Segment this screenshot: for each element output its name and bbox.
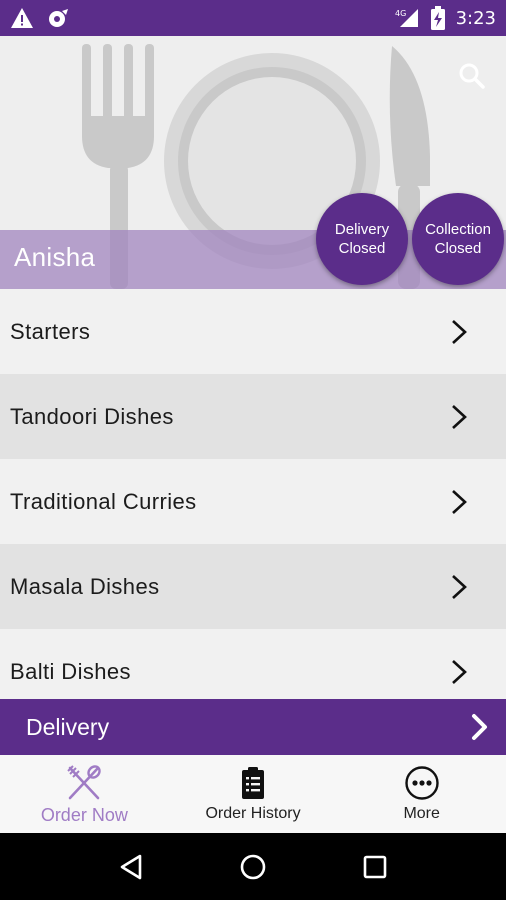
more-dots-icon [404,765,440,801]
menu-category-list: Starters Tandoori Dishes Traditional Cur… [0,289,506,699]
nav-order-now[interactable]: Order Now [0,755,169,833]
menu-category-masala-dishes[interactable]: Masala Dishes [0,544,506,629]
restaurant-header: Anisha Delivery Closed Collection Closed [0,36,506,289]
menu-category-starters[interactable]: Starters [0,289,506,374]
delivery-status-badge: Delivery Closed [316,193,408,285]
menu-category-label: Traditional Curries [10,488,197,514]
menu-category-traditional-curries[interactable]: Traditional Curries [0,459,506,544]
system-nav-bar [0,833,506,900]
fork-spoon-icon [66,765,102,801]
signal-icon: 4G [394,7,420,29]
chevron-right-icon [450,318,468,346]
back-button[interactable] [101,837,161,897]
network-type: 4G [395,9,406,18]
chevron-right-icon [450,488,468,516]
nav-label: Order Now [40,805,128,825]
nav-label: More [403,805,440,822]
menu-category-label: Tandoori Dishes [10,403,174,429]
warning-icon [10,7,34,29]
recents-icon [363,855,387,878]
delivery-status-line1: Delivery [334,221,390,238]
order-type-label: Delivery [26,713,110,740]
home-icon [240,854,266,879]
restaurant-name: Anisha [14,242,96,272]
back-icon [120,854,142,879]
chevron-right-icon [470,712,490,742]
menu-category-balti-dishes[interactable]: Balti Dishes [0,629,506,699]
search-button[interactable] [456,60,488,92]
nav-more[interactable]: More [337,755,506,833]
battery-charging-icon [430,6,446,30]
nav-order-history[interactable]: Order History [169,755,338,833]
home-button[interactable] [223,837,283,897]
chevron-right-icon [450,573,468,601]
chevron-right-icon [450,403,468,431]
menu-category-label: Masala Dishes [10,573,160,599]
status-bar: 4G 3:23 [0,0,506,36]
collection-status-line2: Closed [434,240,482,257]
search-icon [459,63,485,89]
collection-status-line1: Collection [425,221,491,238]
menu-category-label: Starters [10,318,91,344]
order-type-bar[interactable]: Delivery [0,699,506,755]
chevron-right-icon [450,658,468,686]
delivery-status-line2: Closed [338,240,386,257]
clock: 3:23 [455,7,496,29]
menu-category-tandoori-dishes[interactable]: Tandoori Dishes [0,374,506,459]
tomato-icon [46,7,70,29]
clipboard-icon [240,765,266,801]
bottom-nav: Order Now Order History More [0,755,506,833]
menu-category-label: Balti Dishes [10,658,131,684]
recents-button[interactable] [345,837,405,897]
nav-label: Order History [205,805,301,822]
collection-status-badge: Collection Closed [412,193,504,285]
